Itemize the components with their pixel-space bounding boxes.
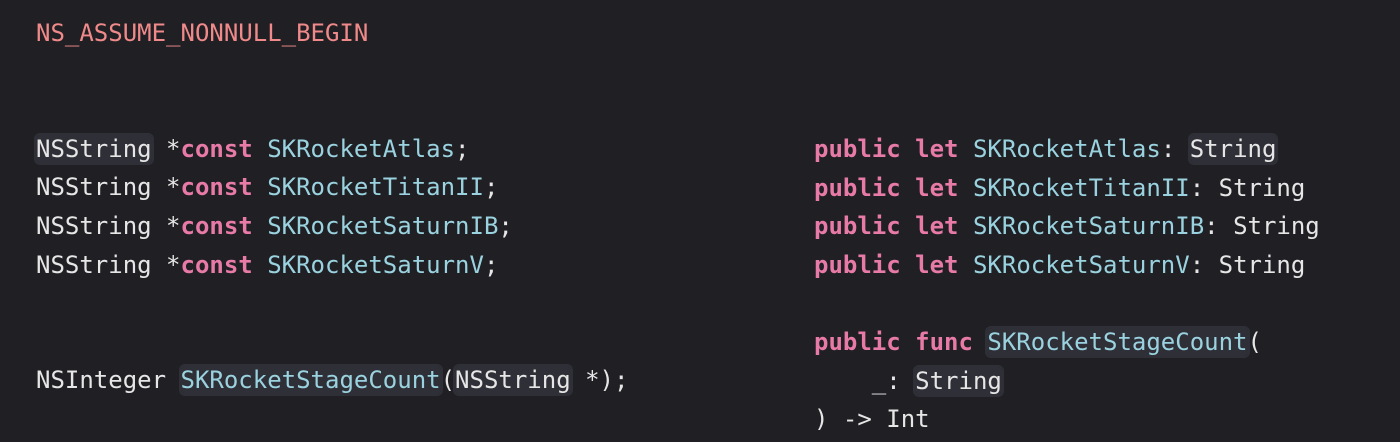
keyword-token: func	[915, 327, 973, 356]
identifier-token: SKRocketSaturnV	[267, 250, 484, 279]
keyword-token: const	[180, 250, 253, 279]
code-line: public let SKRocketTitanII: String	[814, 169, 1320, 208]
identifier-token: SKRocketSaturnIB	[267, 211, 499, 240]
identifier-token: SKRocketSaturnIB	[972, 212, 1205, 241]
type-token: NSString	[36, 173, 152, 202]
identifier-token: SKRocketTitanII	[267, 173, 484, 202]
function-name-token: SKRocketStageCount	[180, 366, 441, 395]
objc-header-code: NS_ASSUME_NONNULL_BEGIN NSString *const …	[36, 14, 628, 400]
pointer-token: *	[151, 173, 181, 202]
punct-token: ;	[455, 134, 470, 163]
identifier-token: SKRocketAtlas	[972, 135, 1161, 163]
keyword-token: const	[180, 211, 253, 240]
code-line: NS_ASSUME_NONNULL_BEGIN	[36, 14, 628, 53]
code-line: public let SKRocketAtlas: String	[814, 130, 1320, 169]
type-token: String	[1218, 250, 1306, 279]
keyword-token: public	[814, 135, 901, 163]
code-line: public func SKRocketStageCount(	[814, 323, 1320, 362]
function-name-token: SKRocketStageCount	[987, 327, 1248, 356]
identifier-token: SKRocketTitanII	[972, 173, 1190, 202]
keyword-token: const	[180, 173, 253, 202]
type-token: String	[1233, 212, 1320, 241]
pointer-token: *	[151, 134, 181, 163]
punct-token: ;	[498, 211, 513, 240]
code-line: NSString *const SKRocketSaturnIB;	[36, 207, 628, 246]
pointer-token: *	[151, 250, 181, 279]
punct-token: ;	[483, 173, 499, 202]
colon-token: :	[1160, 135, 1176, 163]
param-label-token: _	[871, 366, 887, 395]
code-line: public let SKRocketSaturnIB: String	[814, 207, 1320, 246]
param-type-token: NSString	[455, 366, 571, 395]
identifier-token: SKRocketAtlas	[267, 134, 456, 163]
code-line: public let SKRocketSaturnV: String	[814, 246, 1320, 285]
open-paren-token: (	[440, 366, 456, 395]
identifier-token: SKRocketSaturnV	[972, 250, 1190, 279]
keyword-token: public	[814, 250, 901, 279]
colon-token: :	[886, 366, 901, 395]
code-line: _: String	[814, 362, 1320, 401]
keyword-token: let	[915, 250, 959, 279]
code-line: NSInteger SKRocketStageCount(NSString *)…	[36, 361, 628, 400]
keyword-token: let	[915, 135, 959, 163]
macro-nonnull-begin: NS_ASSUME_NONNULL_BEGIN	[36, 19, 369, 47]
type-token: String	[1218, 173, 1306, 202]
pointer-token: *	[151, 211, 181, 240]
return-clause-token: ) -> Int	[814, 405, 930, 434]
keyword-token: public	[814, 212, 901, 241]
type-token: NSString	[36, 250, 152, 279]
keyword-token: public	[814, 173, 901, 202]
param-rest-token: *);	[570, 366, 629, 395]
type-token: NSString	[36, 211, 152, 240]
return-type-token: NSInteger	[36, 366, 167, 395]
code-line: NSString *const SKRocketAtlas;	[36, 130, 628, 169]
code-line: NSString *const SKRocketTitanII;	[36, 168, 628, 207]
keyword-token: const	[180, 134, 253, 163]
keyword-token: let	[915, 212, 959, 241]
colon-token: :	[1204, 212, 1219, 241]
colon-token: :	[1189, 173, 1205, 202]
punct-token: ;	[483, 250, 499, 279]
swift-interface-code: public let SKRocketAtlas: String public l…	[814, 130, 1320, 439]
param-type-token: String	[915, 366, 1002, 395]
keyword-token: public	[814, 327, 901, 356]
code-line: NSString *const SKRocketSaturnV;	[36, 246, 628, 285]
type-token: NSString	[36, 134, 152, 163]
keyword-token: let	[915, 173, 959, 202]
type-token: String	[1189, 135, 1277, 163]
colon-token: :	[1189, 250, 1205, 279]
open-paren-token: (	[1247, 327, 1262, 356]
code-line: ) -> Int	[814, 400, 1320, 439]
